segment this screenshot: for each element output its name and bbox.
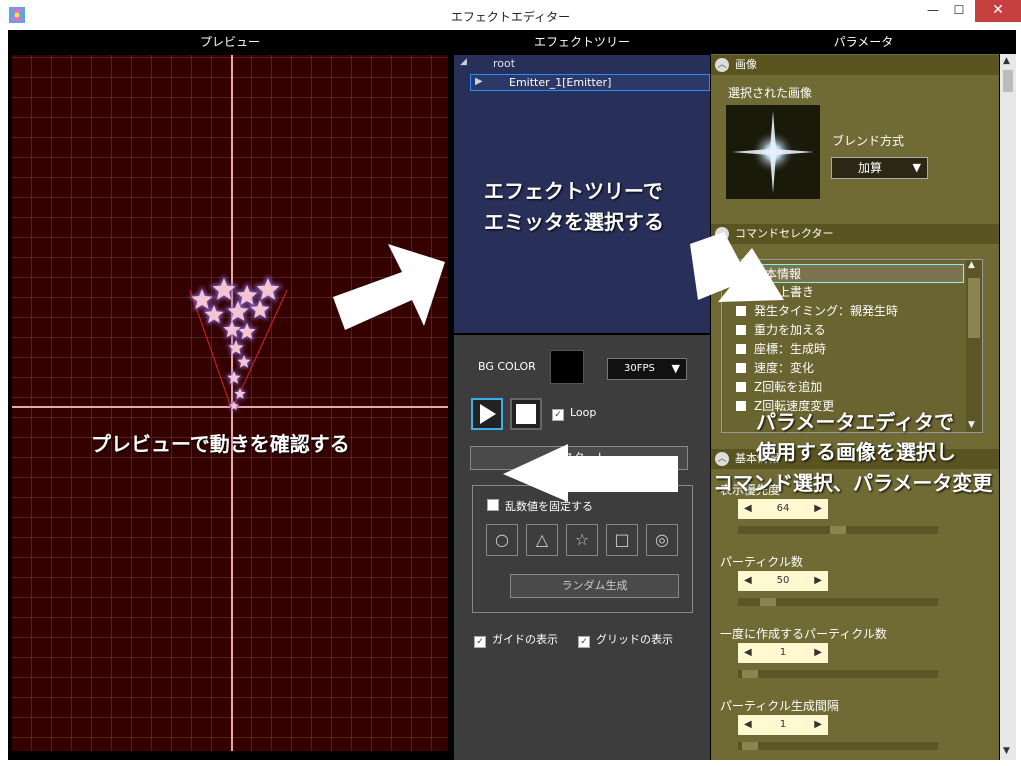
- preview-annotation: プレビューで動きを確認する: [91, 432, 350, 456]
- arrow-to-controls-icon: [503, 444, 678, 502]
- tree-annotation-line1: エフェクトツリーで: [484, 179, 663, 203]
- tree-annotation-line2: エミッタを選択する: [484, 210, 664, 234]
- tutorial-arrows: [333, 232, 784, 502]
- arrow-to-params-icon: [690, 232, 784, 302]
- arrow-to-tree-icon: [333, 244, 445, 330]
- param-annotation-line3: コマンド選択、パラメータ変更: [713, 471, 993, 495]
- param-annotation-line1: パラメータエディタで: [756, 410, 954, 434]
- param-annotation-line2: 使用する画像を選択し: [756, 440, 956, 464]
